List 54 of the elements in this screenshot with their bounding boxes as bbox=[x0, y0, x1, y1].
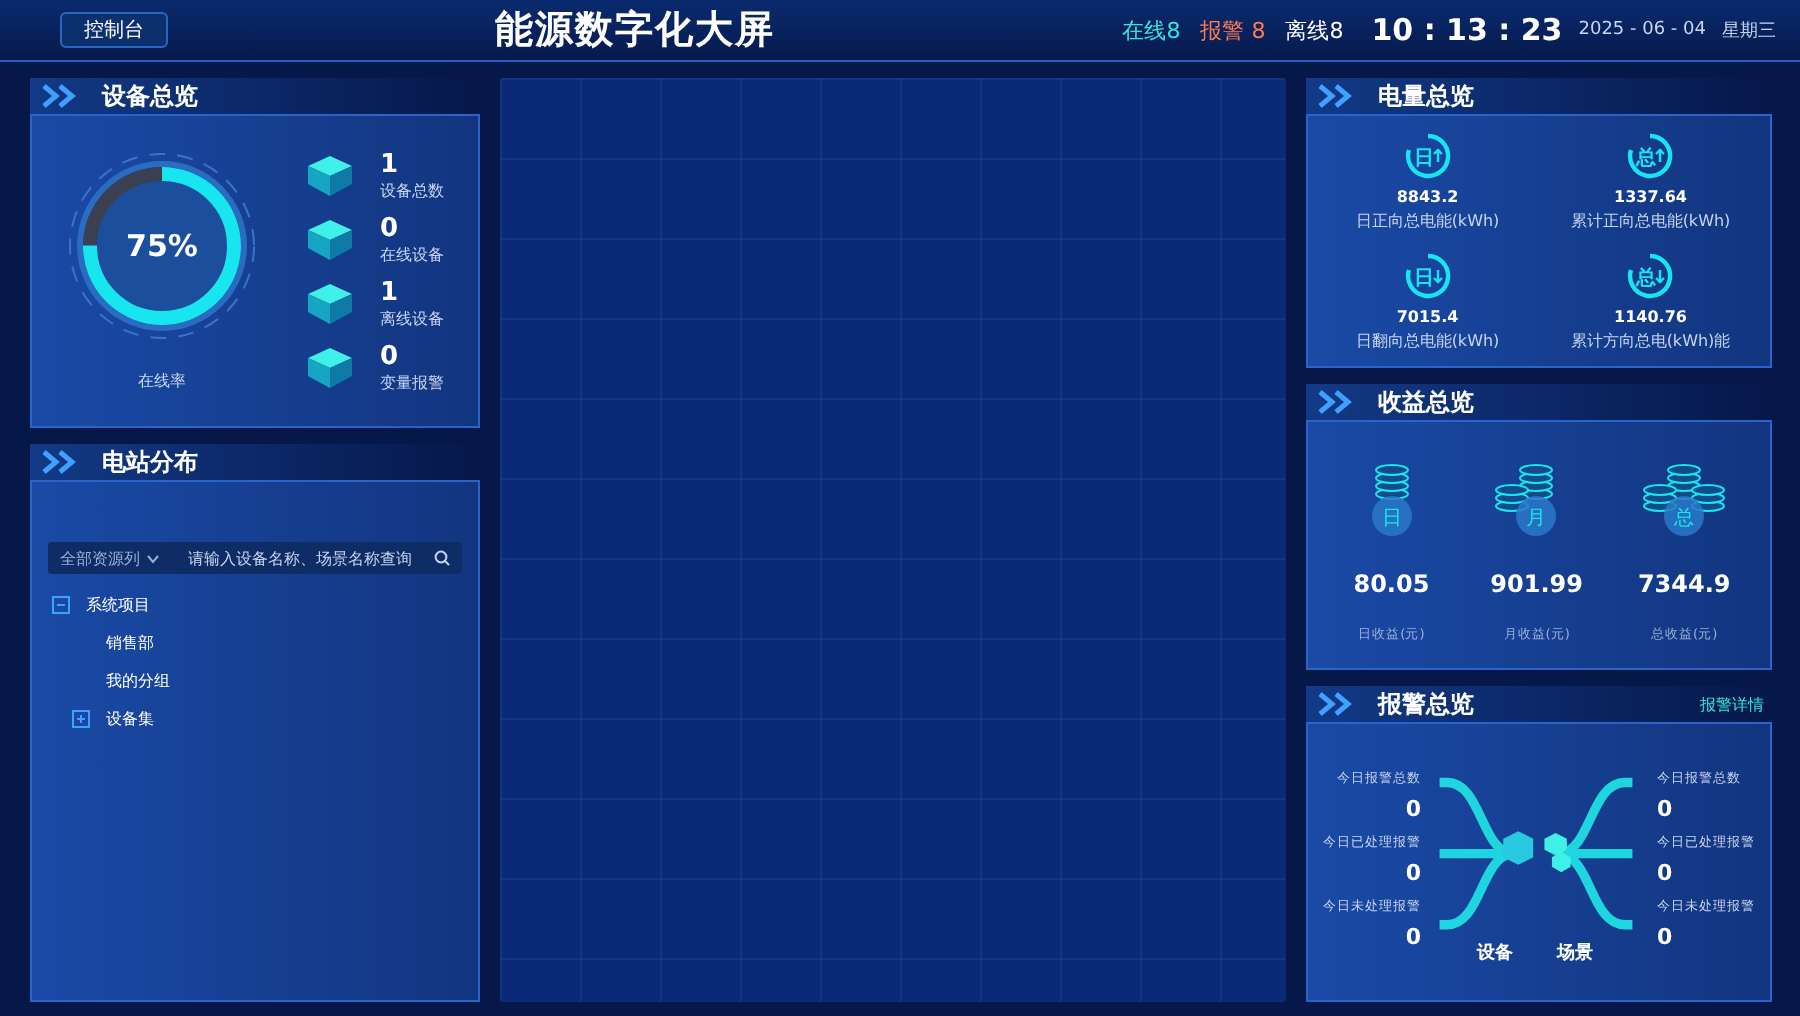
stat-label: 离线设备 bbox=[380, 307, 444, 329]
energy-label: 累计正向总电能(kWh) bbox=[1570, 210, 1731, 232]
alarm-stat-value: 0 bbox=[1405, 860, 1421, 886]
stat-value: 0 bbox=[380, 341, 401, 371]
online-rate-value: 75% bbox=[126, 228, 198, 264]
date-text: 2025 - 06 - 04 bbox=[1578, 20, 1706, 40]
stat-value: 1 bbox=[380, 277, 401, 307]
alarm-stat-value: 0 bbox=[1657, 924, 1673, 950]
search-field[interactable]: 请输入设备名称、场景名称查询 bbox=[188, 549, 422, 567]
panel-title: 电量总览 bbox=[1378, 79, 1474, 113]
tree-item[interactable]: 设备集 bbox=[106, 708, 154, 730]
alarm-stat-value: 0 bbox=[1405, 924, 1421, 950]
scene-label: 场景 bbox=[1557, 941, 1593, 965]
tree-item[interactable]: 系统项目 bbox=[86, 594, 150, 616]
energy-label: 累计方向总电(kWh)能 bbox=[1570, 330, 1731, 352]
alarm-details-link[interactable]: 报警详情 bbox=[1700, 693, 1764, 715]
energy-value: 7015.4 bbox=[1396, 308, 1459, 326]
stat-label: 设备总数 bbox=[380, 179, 444, 201]
online-rate-label: 在线率 bbox=[138, 370, 186, 392]
online-count: 在线8 bbox=[1122, 15, 1181, 45]
stat-value: 0 bbox=[380, 213, 401, 243]
console-button[interactable]: 控制台 bbox=[60, 12, 168, 48]
page-title: 能源数字化大屏 bbox=[493, 6, 778, 56]
stat-label: 在线设备 bbox=[380, 243, 444, 265]
caret-icon bbox=[146, 553, 160, 563]
tree-item[interactable]: 销售部 bbox=[106, 632, 154, 654]
search-bar[interactable]: 全部资源列 请输入设备名称、场景名称查询 bbox=[48, 542, 462, 574]
alarm-stat-value: 0 bbox=[1657, 796, 1673, 822]
income-value: 80.05 bbox=[1353, 570, 1430, 598]
offline-count: 离线8 bbox=[1285, 15, 1344, 45]
panel-title: 报警总览 bbox=[1378, 687, 1474, 721]
search-icon[interactable] bbox=[434, 550, 450, 566]
energy-label: 日正向总电能(kWh) bbox=[1355, 210, 1500, 232]
energy-value: 1140.76 bbox=[1614, 308, 1687, 326]
panel-title: 设备总览 bbox=[102, 79, 198, 113]
energy-label: 日翻向总电能(kWh) bbox=[1355, 330, 1500, 352]
expand-toggle[interactable] bbox=[72, 710, 90, 728]
alarm-count: 报警 8 bbox=[1200, 15, 1266, 45]
income-value: 901.99 bbox=[1490, 570, 1583, 598]
energy-value: 1337.64 bbox=[1614, 188, 1687, 206]
alarm-stat-value: 0 bbox=[1657, 860, 1673, 886]
tree-item[interactable]: 我的分组 bbox=[106, 670, 170, 692]
collapse-toggle[interactable] bbox=[52, 596, 70, 614]
resource-dropdown[interactable]: 全部资源列 bbox=[60, 547, 176, 569]
panel-title: 收益总览 bbox=[1378, 385, 1474, 419]
alarm-stat-value: 0 bbox=[1405, 796, 1421, 822]
income-value: 7344.9 bbox=[1637, 570, 1731, 598]
device-label: 设备 bbox=[1477, 941, 1513, 965]
stat-value: 1 bbox=[380, 149, 401, 179]
clock-time: 10 : 13 : 23 bbox=[1371, 12, 1563, 48]
panel-title: 电站分布 bbox=[102, 445, 198, 479]
stat-label: 变量报警 bbox=[380, 371, 444, 393]
energy-value: 8843.2 bbox=[1396, 188, 1459, 206]
weekday-text: 星期三 bbox=[1722, 19, 1776, 43]
